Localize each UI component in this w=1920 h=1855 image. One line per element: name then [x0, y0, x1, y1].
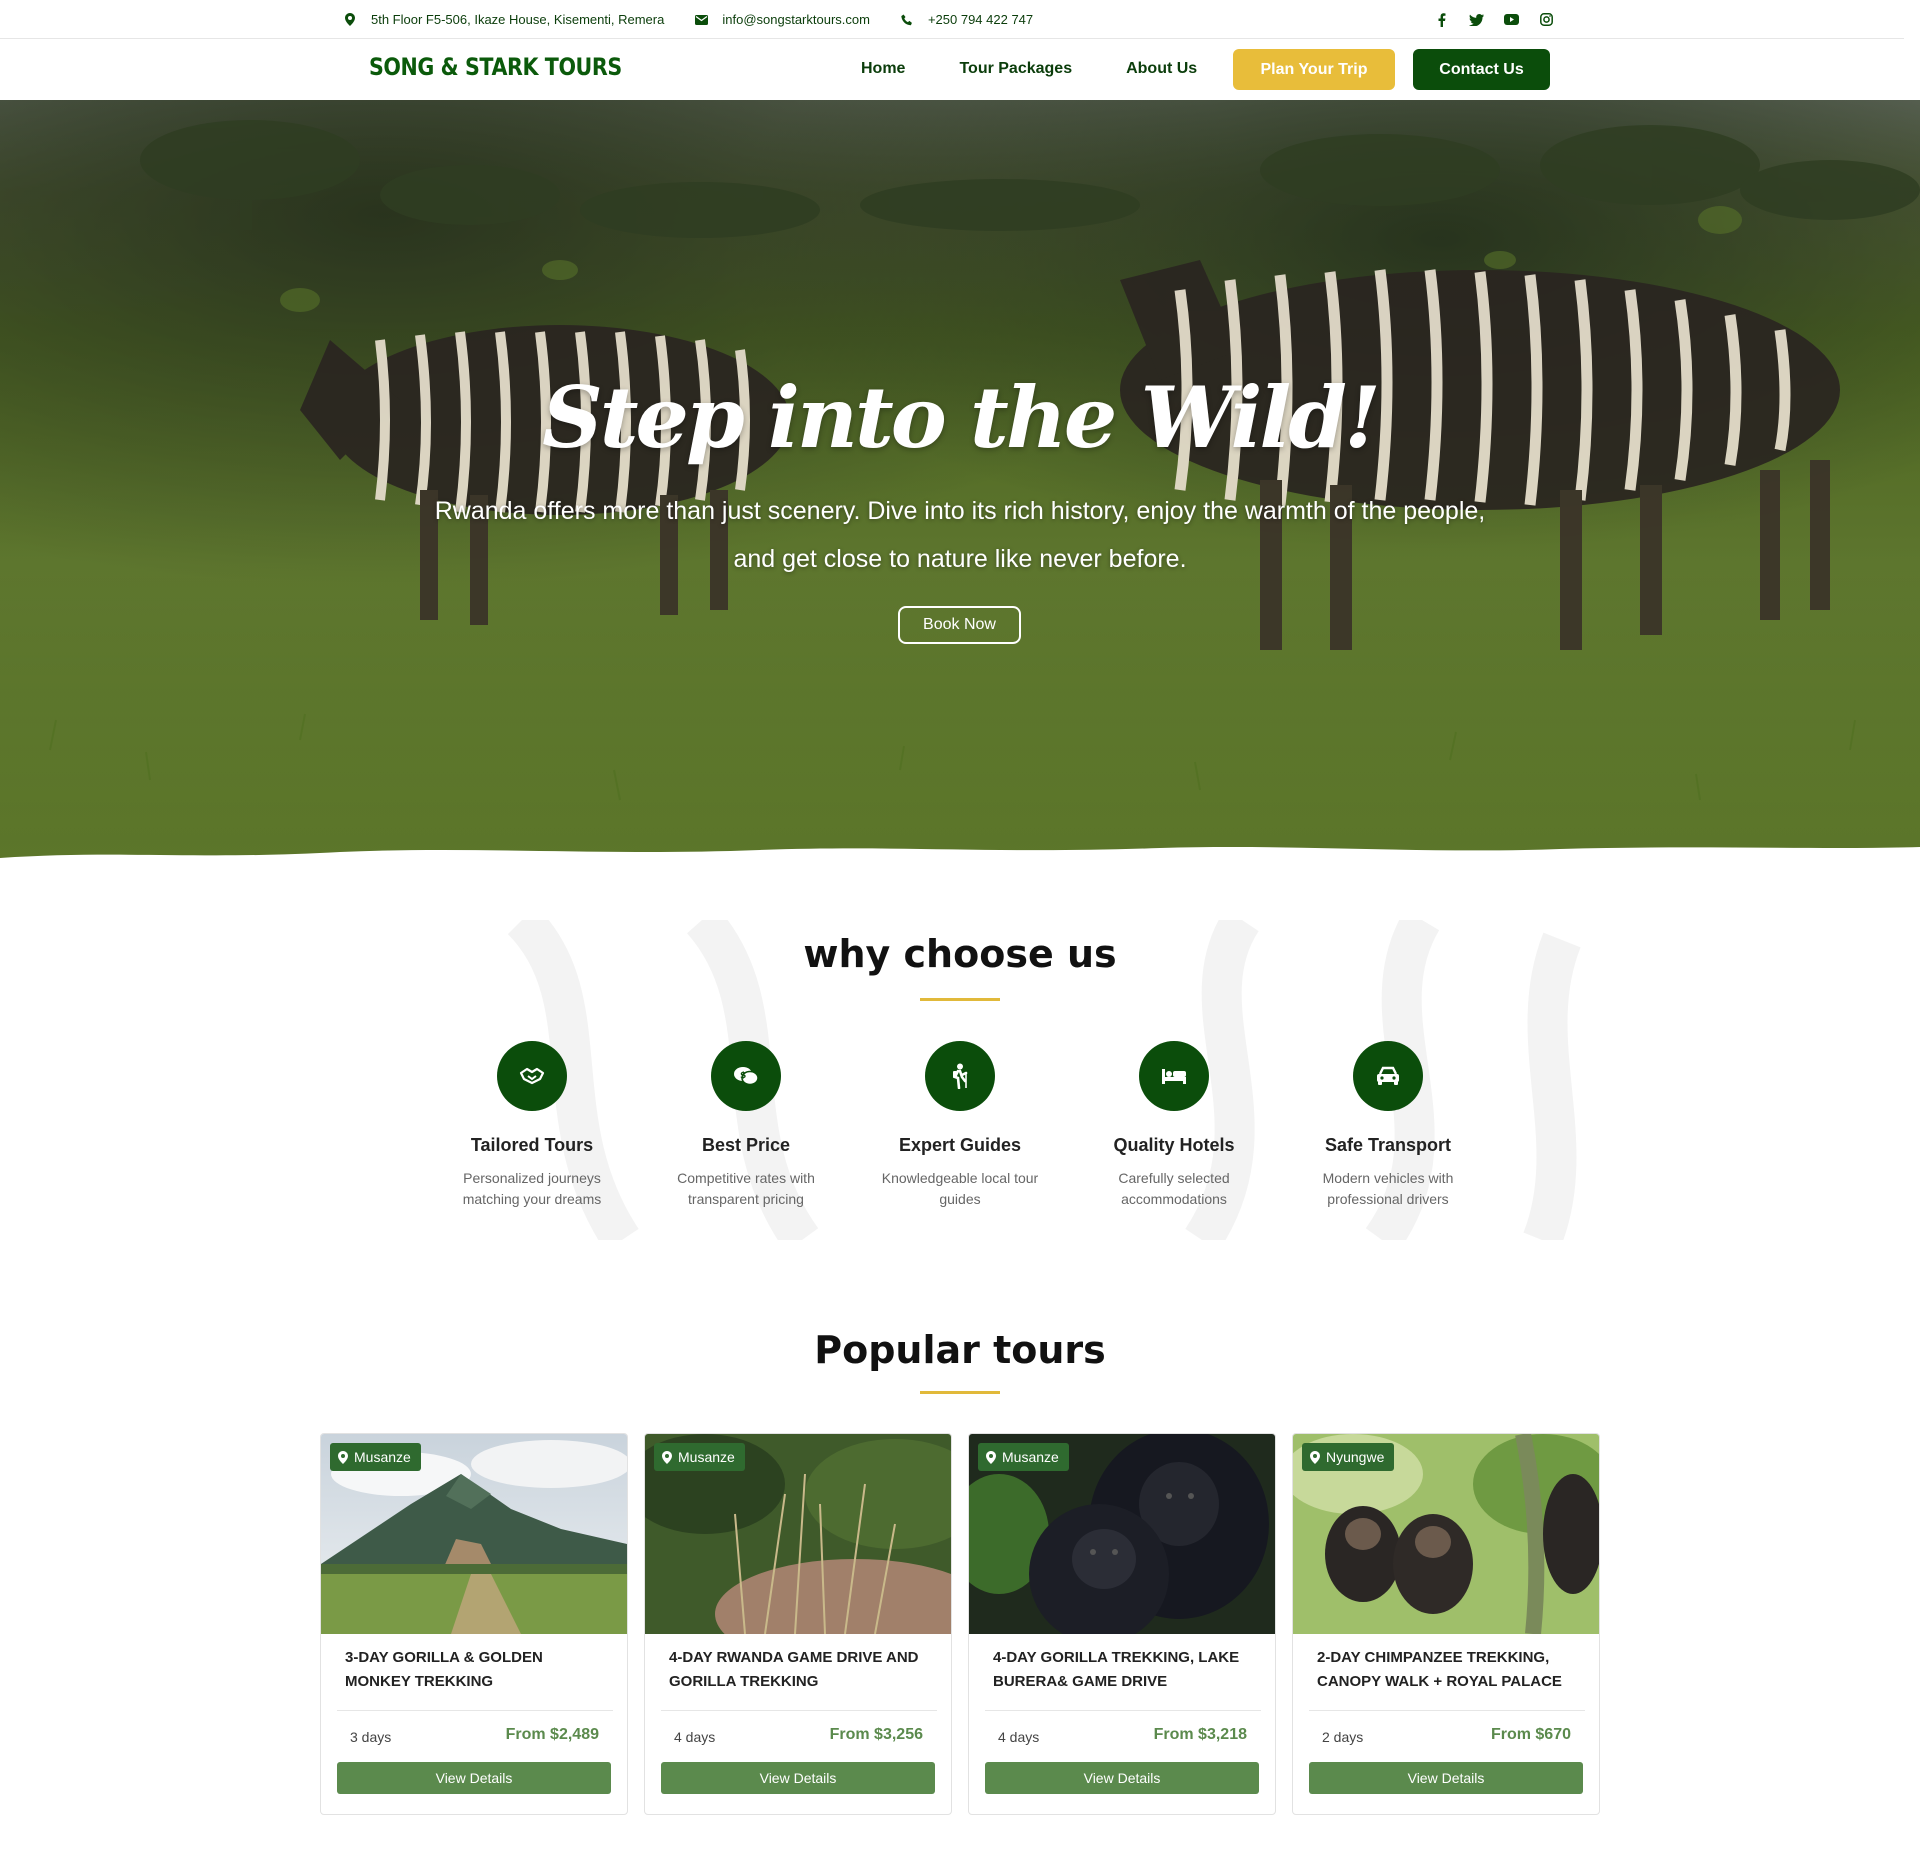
- feature-text: Personalized journeys matching your drea…: [462, 1170, 602, 1207]
- handshake-icon: [497, 1041, 567, 1111]
- divider: [1309, 1710, 1585, 1711]
- facebook-icon[interactable]: [1434, 12, 1449, 27]
- feature-text: Carefully selected accommodations: [1118, 1170, 1230, 1207]
- phone-icon: [900, 13, 914, 27]
- location-badge: Musanze: [978, 1443, 1069, 1471]
- location-badge: Nyungwe: [1302, 1443, 1395, 1471]
- nav-tour-packages[interactable]: Tour Packages: [959, 60, 1072, 78]
- tour-price: From $3,256: [829, 1726, 923, 1743]
- tour-cards: Musanze 3-Day Gorilla & Golden Monkey Tr…: [320, 1433, 1600, 1815]
- divider: [337, 1710, 613, 1711]
- address-item: 5th Floor F5-506, Ikaze House, Kisementi…: [343, 12, 664, 27]
- tour-title[interactable]: 4-Day Rwanda Game Drive and Gorilla Trek…: [669, 1646, 931, 1694]
- feature-title: Best Price: [701, 1135, 791, 1155]
- tour-duration: 4 days: [674, 1729, 716, 1745]
- view-details-button[interactable]: View Details: [1309, 1762, 1583, 1794]
- site-logo[interactable]: SONG & STARK TOURS: [369, 53, 622, 81]
- popular-tours-title: Popular tours: [814, 1328, 1106, 1372]
- feature-text: Modern vehicles with professional driver…: [1322, 1170, 1454, 1207]
- car-icon: [1353, 1041, 1423, 1111]
- location-text: Musanze: [354, 1449, 411, 1465]
- why-choose-us-title: why choose us: [803, 932, 1117, 976]
- map-pin-icon: [338, 1450, 348, 1464]
- address-text: 5th Floor F5-506, Ikaze House, Kisementi…: [371, 12, 665, 27]
- map-pin-icon: [343, 13, 357, 27]
- feature-text: Competitive rates with transparent prici…: [677, 1170, 815, 1207]
- view-details-button[interactable]: View Details: [661, 1762, 935, 1794]
- feature-title: Quality Hotels: [1113, 1135, 1235, 1155]
- feature-item: Safe Transport Modern vehicles with prof…: [1281, 1041, 1495, 1210]
- tour-price: From $3,218: [1153, 1726, 1247, 1743]
- view-details-button[interactable]: View Details: [985, 1762, 1259, 1794]
- location-text: Musanze: [678, 1449, 735, 1465]
- twitter-icon[interactable]: [1469, 12, 1484, 27]
- email-item[interactable]: info@songstarktours.com: [694, 12, 870, 27]
- location-badge: Musanze: [654, 1443, 745, 1471]
- tour-card[interactable]: Nyungwe 2-Day Chimpanzee Trekking, Canop…: [1292, 1433, 1600, 1815]
- phone-item[interactable]: +250 794 422 747: [900, 12, 1033, 27]
- tour-duration: 2 days: [1322, 1729, 1364, 1745]
- feature-item: Quality Hotels Carefully selected accomm…: [1067, 1041, 1281, 1210]
- tour-card[interactable]: Musanze 3-Day Gorilla & Golden Monkey Tr…: [320, 1433, 628, 1815]
- map-pin-icon: [662, 1450, 672, 1464]
- map-pin-icon: [1310, 1450, 1320, 1464]
- tour-card[interactable]: Musanze 4-Day Rwanda Game Drive and Gori…: [644, 1433, 952, 1815]
- bed-icon: [1139, 1041, 1209, 1111]
- tour-title[interactable]: 3-Day Gorilla & Golden Monkey Trekking: [345, 1646, 607, 1694]
- youtube-icon[interactable]: [1504, 12, 1519, 27]
- feature-item: Expert Guides Knowledgeable local tour g…: [853, 1041, 1067, 1210]
- hero-headline: Step into the Wild!: [542, 368, 1381, 467]
- feature-title: Expert Guides: [898, 1135, 1022, 1155]
- feature-title: Safe Transport: [1324, 1135, 1452, 1155]
- phone-link[interactable]: +250 794 422 747: [928, 12, 1033, 27]
- nav-about-us[interactable]: About Us: [1126, 60, 1197, 78]
- view-details-button[interactable]: View Details: [337, 1762, 611, 1794]
- hero-bottom-wave: [0, 847, 1920, 870]
- envelope-icon: [694, 13, 708, 27]
- hero-background-image: [49, 120, 1920, 801]
- tour-duration: 4 days: [998, 1729, 1040, 1745]
- divider: [985, 1710, 1261, 1711]
- tour-duration: 3 days: [350, 1729, 392, 1745]
- instagram-icon[interactable]: [1539, 12, 1554, 27]
- hero-banner: Step into the Wild! Rwanda offers more t…: [0, 100, 1920, 870]
- hiker-icon: [925, 1041, 995, 1111]
- feature-title: Tailored Tours: [470, 1135, 594, 1155]
- location-text: Nyungwe: [1326, 1449, 1385, 1465]
- tour-title[interactable]: 2-Day Chimpanzee Trekking, Canopy Walk +…: [1317, 1646, 1579, 1694]
- feature-item: Tailored Tours Personalized journeys mat…: [425, 1041, 639, 1210]
- location-badge: Musanze: [330, 1443, 421, 1471]
- tour-title[interactable]: 4-Day Gorilla Trekking, Lake Burera& Gam…: [993, 1646, 1255, 1694]
- contact-us-button[interactable]: Contact Us: [1413, 49, 1550, 90]
- feature-list: Tailored Tours Personalized journeys mat…: [425, 1041, 1495, 1210]
- social-links: [1434, 0, 1554, 39]
- top-contact-bar: 5th Floor F5-506, Ikaze House, Kisementi…: [0, 0, 1904, 39]
- price-icon: $: [711, 1041, 781, 1111]
- tour-card[interactable]: Musanze 4-Day Gorilla Trekking, Lake Bur…: [968, 1433, 1276, 1815]
- plan-your-trip-button[interactable]: Plan Your Trip: [1233, 49, 1395, 90]
- feature-text: Knowledgeable local tour guides: [881, 1170, 1039, 1207]
- divider: [661, 1710, 937, 1711]
- why-choose-us-section: why choose us Tailored Tours Personalize…: [0, 920, 1920, 1240]
- nav-menu: Home Tour Packages About Us: [861, 48, 1251, 90]
- tour-price: From $670: [1490, 1726, 1571, 1743]
- svg-text:$: $: [740, 1071, 746, 1081]
- map-pin-icon: [986, 1450, 996, 1464]
- hero-subtitle: Rwanda offers more than just scenery. Di…: [434, 497, 1486, 573]
- tour-price: From $2,489: [505, 1726, 599, 1743]
- email-link[interactable]: info@songstarktours.com: [722, 12, 870, 27]
- nav-home[interactable]: Home: [861, 60, 905, 78]
- location-text: Musanze: [1002, 1449, 1059, 1465]
- book-now-button[interactable]: Book Now: [898, 606, 1021, 644]
- title-underline: [920, 1391, 1000, 1394]
- main-navigation: SONG & STARK TOURS Home Tour Packages Ab…: [0, 40, 1904, 100]
- title-underline: [920, 998, 1000, 1001]
- feature-item: $ Best Price Competitive rates with tran…: [639, 1041, 853, 1210]
